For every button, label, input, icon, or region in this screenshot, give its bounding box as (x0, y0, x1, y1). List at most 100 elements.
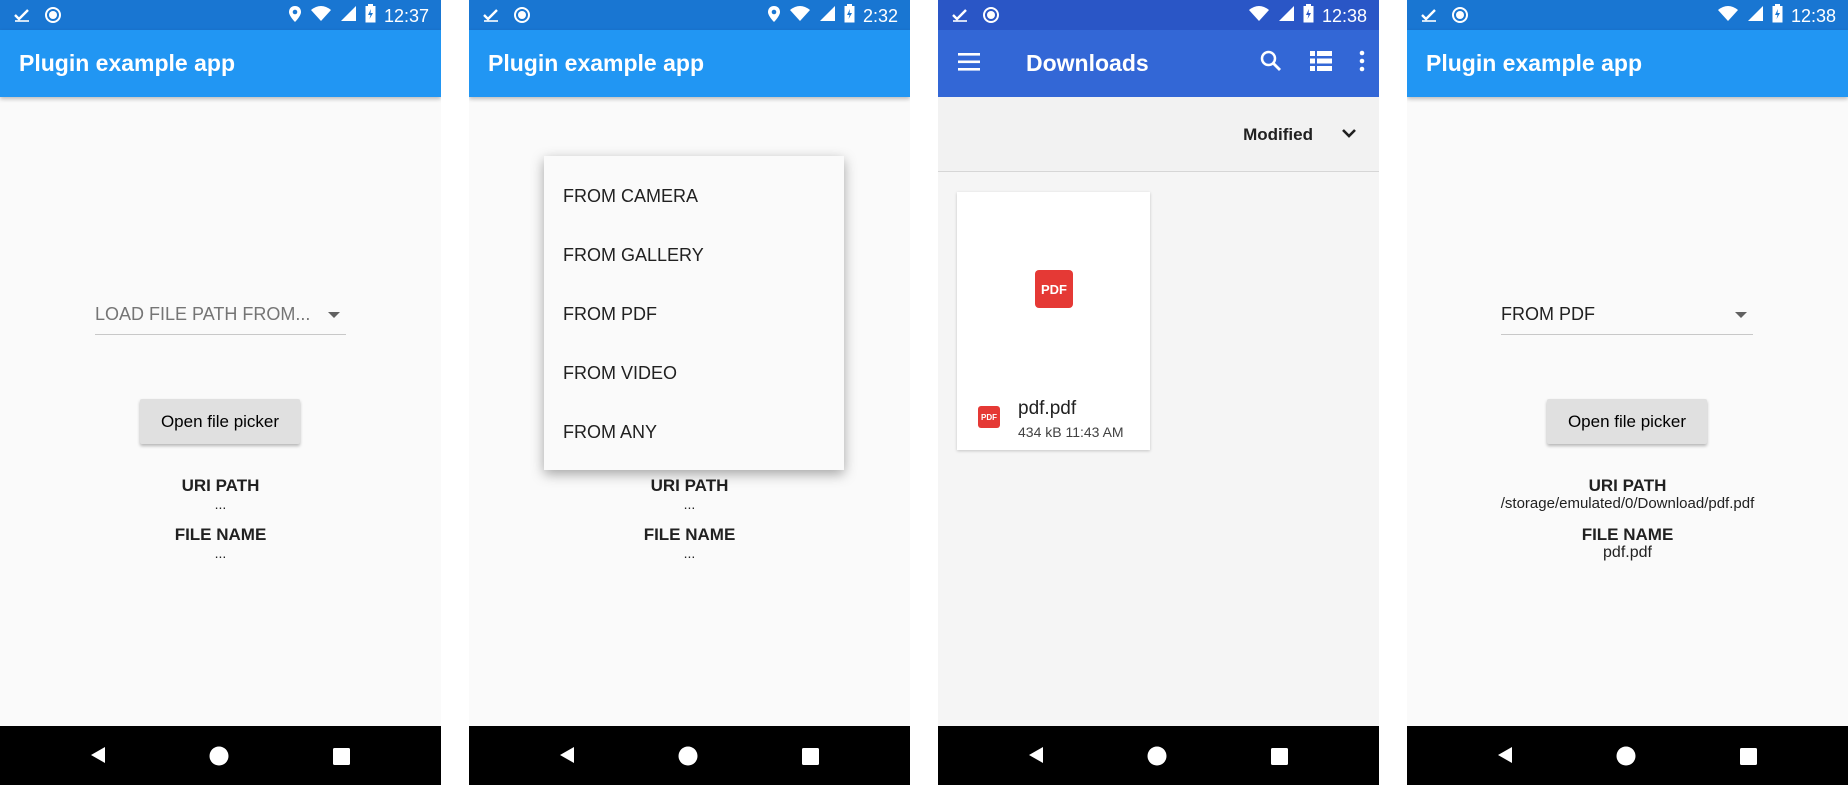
app-title: Downloads (1026, 50, 1149, 76)
back-icon[interactable] (559, 746, 575, 769)
menu-item-from-any[interactable]: FROM ANY (563, 422, 657, 443)
menu-item-from-gallery[interactable]: FROM GALLERY (563, 245, 704, 266)
uri-path-section: URI PATH /storage/emulated/0/Download/pd… (1407, 476, 1848, 512)
list-view-icon[interactable] (1309, 50, 1333, 77)
file-name-section: FILE NAME pdf.pdf (1407, 525, 1848, 561)
battery-icon (1303, 4, 1314, 28)
status-bar: 12:37 (0, 0, 441, 30)
check-icon (952, 8, 968, 27)
circle-icon (982, 6, 1000, 29)
file-card[interactable]: PDF PDF pdf.pdf 434 kB 11:43 AM (957, 192, 1150, 450)
file-name: pdf.pdf (1018, 398, 1077, 419)
file-meta: 434 kB 11:43 AM (1018, 424, 1124, 440)
location-icon (288, 5, 302, 28)
file-name-label: FILE NAME (643, 525, 736, 544)
app-bar: Downloads (938, 30, 1379, 97)
back-icon[interactable] (1028, 746, 1044, 769)
navigation-bar (1407, 726, 1848, 785)
screen-1: 12:37 Plugin example app LOAD FILE PATH … (0, 0, 441, 785)
back-icon[interactable] (1497, 746, 1513, 769)
file-name-value: pdf.pdf (1603, 544, 1652, 561)
uri-path-label: URI PATH (181, 476, 260, 495)
pdf-file-icon: PDF (978, 406, 1000, 428)
circle-icon (1451, 6, 1469, 29)
battery-icon (1772, 4, 1783, 28)
more-options-icon[interactable] (1359, 50, 1365, 77)
file-name-value: ... (683, 545, 696, 561)
app-bar: Plugin example app (1407, 30, 1848, 97)
app-title: Plugin example app (1426, 50, 1642, 76)
open-file-picker-button[interactable]: Open file picker (1547, 399, 1707, 444)
recent-apps-icon[interactable] (802, 748, 819, 770)
status-bar: 2:32 (469, 0, 910, 30)
menu-item-from-video[interactable]: FROM VIDEO (563, 363, 677, 384)
location-icon (767, 5, 781, 28)
signal-icon (1278, 5, 1295, 27)
uri-path-value: ... (214, 496, 227, 512)
battery-icon (365, 4, 376, 28)
recent-apps-icon[interactable] (1271, 748, 1288, 770)
wifi-icon (1248, 5, 1270, 27)
circle-icon (44, 6, 62, 29)
status-time: 2:32 (862, 5, 898, 26)
uri-path-label: URI PATH (1588, 476, 1667, 495)
app-title: Plugin example app (488, 50, 704, 76)
hamburger-menu-icon[interactable] (958, 52, 982, 72)
open-file-picker-button[interactable]: Open file picker (140, 399, 300, 444)
screen-4: 12:38 Plugin example app FROM PDF Open f… (1407, 0, 1848, 785)
navigation-bar (0, 726, 441, 785)
circle-icon (513, 6, 531, 29)
dropdown-label: LOAD FILE PATH FROM... (95, 304, 311, 324)
signal-icon (819, 5, 836, 27)
uri-path-section: URI PATH ... (0, 476, 441, 512)
battery-icon (844, 4, 855, 28)
wifi-icon (1717, 5, 1739, 27)
file-name-label: FILE NAME (1581, 525, 1674, 544)
screen-2: 2:32 Plugin example app URI PATH ... FIL… (469, 0, 910, 785)
screen-3: 12:38 Downloads Modified PDF PDF pdf.pdf… (938, 0, 1379, 785)
menu-item-from-pdf[interactable]: FROM PDF (563, 304, 657, 325)
status-time: 12:38 (1790, 5, 1836, 26)
caret-down-icon (328, 312, 340, 318)
home-icon[interactable] (678, 746, 698, 771)
check-icon (1421, 8, 1437, 27)
signal-icon (1747, 5, 1764, 27)
status-time: 12:37 (383, 5, 429, 26)
app-bar: Plugin example app (469, 30, 910, 97)
load-path-dropdown[interactable]: FROM PDF (1501, 300, 1753, 335)
caret-down-icon (1735, 312, 1747, 318)
sort-modified-label[interactable]: Modified (1243, 125, 1313, 145)
navigation-bar (469, 726, 910, 785)
status-bar: 12:38 (938, 0, 1379, 30)
home-icon[interactable] (209, 746, 229, 771)
signal-icon (340, 5, 357, 27)
uri-path-label: URI PATH (650, 476, 729, 495)
app-bar: Plugin example app (0, 30, 441, 97)
check-icon (483, 8, 499, 27)
recent-apps-icon[interactable] (333, 748, 350, 770)
pdf-thumbnail-icon: PDF (1035, 270, 1073, 308)
wifi-icon (310, 5, 332, 27)
menu-item-from-camera[interactable]: FROM CAMERA (563, 186, 698, 207)
status-bar: 12:38 (1407, 0, 1848, 30)
file-name-label: FILE NAME (174, 525, 267, 544)
status-time: 12:38 (1321, 5, 1367, 26)
uri-path-value: /storage/emulated/0/Download/pdf.pdf (1500, 495, 1755, 512)
file-name-section: FILE NAME ... (0, 525, 441, 561)
chevron-down-icon[interactable] (1341, 127, 1357, 145)
source-popup-menu: FROM CAMERA FROM GALLERY FROM PDF FROM V… (544, 156, 844, 470)
wifi-icon (789, 5, 811, 27)
navigation-bar (938, 726, 1379, 785)
file-name-section: FILE NAME ... (469, 525, 910, 561)
back-icon[interactable] (90, 746, 106, 769)
sort-bar: Modified (938, 97, 1379, 172)
uri-path-value: ... (683, 496, 696, 512)
check-icon (14, 8, 30, 27)
home-icon[interactable] (1616, 746, 1636, 771)
search-icon[interactable] (1259, 49, 1283, 78)
dropdown-label: FROM PDF (1501, 304, 1595, 324)
load-path-dropdown[interactable]: LOAD FILE PATH FROM... (95, 300, 346, 335)
home-icon[interactable] (1147, 746, 1167, 771)
file-name-value: ... (214, 545, 227, 561)
recent-apps-icon[interactable] (1740, 748, 1757, 770)
